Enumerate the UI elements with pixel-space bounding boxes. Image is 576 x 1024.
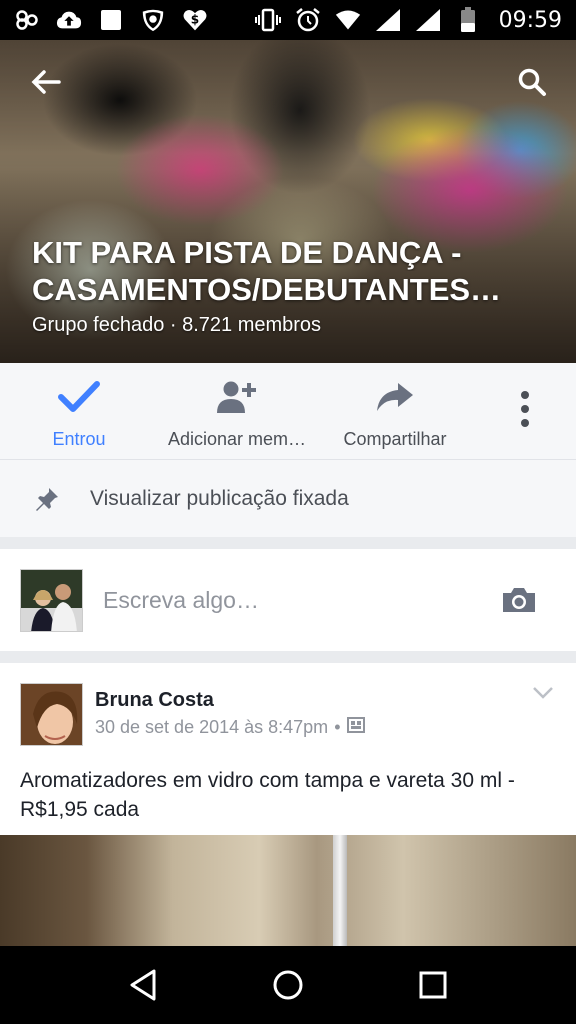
system-nav-bar (0, 946, 576, 1024)
nav-recents-button[interactable] (411, 963, 455, 1007)
author-avatar[interactable] (20, 683, 83, 746)
dollar-heart-icon: $ (182, 7, 208, 33)
group-privacy-icon (346, 716, 365, 739)
search-icon (518, 68, 546, 96)
post-text: Aromatizadores em vidro com tampa e vare… (20, 769, 515, 821)
add-person-icon (216, 379, 258, 415)
pinned-post-link[interactable]: Visualizar publicação fixada (0, 459, 576, 537)
wifi-icon (335, 7, 361, 33)
post-meta: 30 de set de 2014 às 8:47pm • (95, 716, 365, 739)
link-icon (14, 7, 40, 33)
post-timestamp[interactable]: 30 de set de 2014 às 8:47pm (95, 717, 328, 738)
group-actions-bar: Entrou Adicionar mem… Compartilhar (0, 363, 576, 459)
post-photo[interactable] (0, 835, 576, 955)
add-member-button[interactable]: Adicionar mem… (158, 363, 316, 459)
joined-button[interactable]: Entrou (0, 363, 158, 459)
status-bar: $ 09:59 (0, 0, 576, 40)
more-options-button[interactable] (474, 363, 576, 459)
search-button[interactable] (510, 60, 554, 104)
share-button[interactable]: Compartilhar (316, 363, 474, 459)
composer-placeholder[interactable]: Escreva algo… (103, 587, 259, 614)
vibrate-icon (254, 7, 281, 33)
arrow-left-icon (31, 70, 61, 94)
nav-back-button[interactable] (121, 963, 165, 1007)
meta-separator: • (334, 717, 341, 737)
back-button[interactable] (24, 60, 68, 104)
feed-post: Bruna Costa 30 de set de 2014 às 8:47pm … (0, 663, 576, 963)
group-cover-photo[interactable]: KIT PARA PISTA DE DANÇA - CASAMENTOS/DEB… (0, 40, 576, 363)
square-recents-icon (419, 971, 447, 999)
avatar (20, 568, 83, 632)
chevron-down-icon[interactable] (532, 685, 554, 701)
screen: $ 09:59 KIT PARA PISTA DE DANÇA - CASAME… (0, 0, 576, 1024)
camera-icon[interactable] (500, 585, 538, 615)
nav-home-button[interactable] (266, 963, 310, 1007)
author-name[interactable]: Bruna Costa (95, 689, 214, 712)
checkmark-icon (58, 379, 100, 415)
shield-icon (140, 7, 166, 33)
share-arrow-icon (374, 379, 416, 415)
svg-text:$: $ (191, 12, 199, 26)
signal-icon (415, 7, 441, 33)
more-vertical-icon (504, 391, 546, 427)
group-subtitle: Grupo fechado · 8.721 membros (32, 314, 322, 336)
cloud-upload-icon (56, 7, 82, 33)
pin-icon (32, 484, 62, 514)
signal-icon (375, 7, 401, 33)
clock: 09:59 (498, 7, 562, 33)
triangle-back-icon (130, 969, 156, 1001)
post-composer[interactable]: Escreva algo… (0, 549, 576, 651)
alarm-icon (295, 7, 321, 33)
group-title: KIT PARA PISTA DE DANÇA - CASAMENTOS/DEB… (32, 235, 502, 307)
battery-icon (455, 7, 481, 33)
stop-icon (98, 7, 124, 33)
circle-home-icon (273, 970, 303, 1000)
